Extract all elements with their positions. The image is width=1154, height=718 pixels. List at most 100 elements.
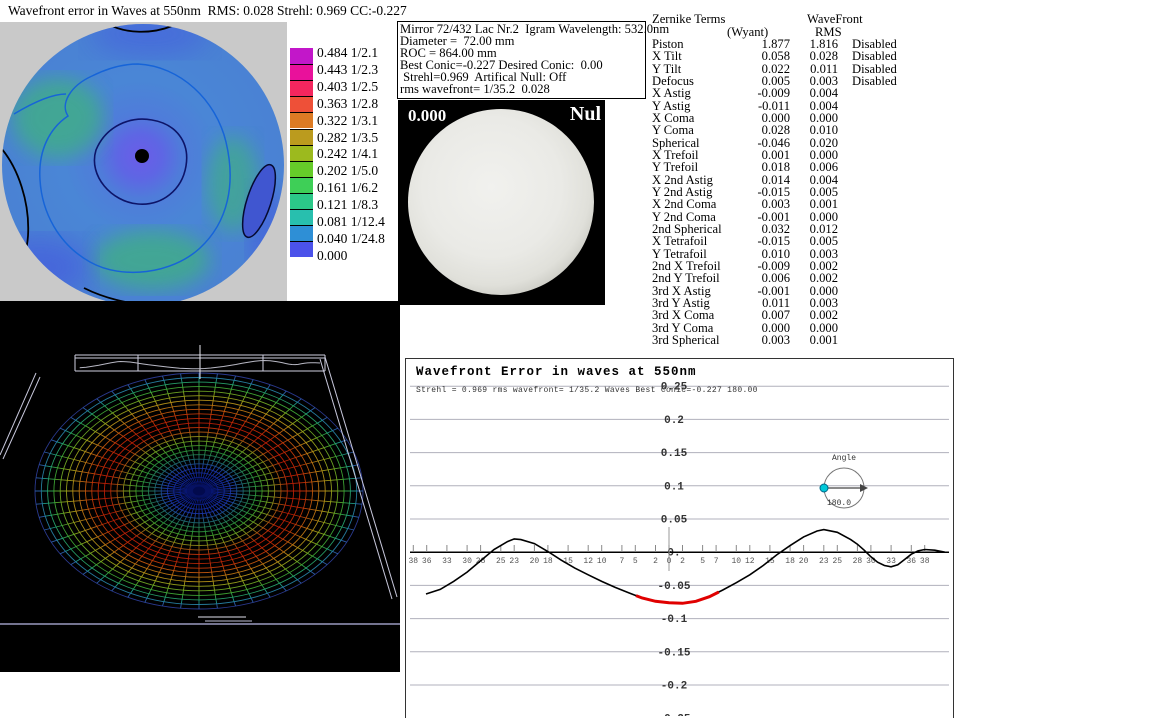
- zernike-cell: 0.010: [762, 124, 838, 136]
- svg-text:0.2: 0.2: [664, 415, 684, 427]
- legend-label: 0.242 1/4.1: [317, 146, 378, 162]
- svg-text:36: 36: [422, 557, 432, 566]
- svg-text:7: 7: [714, 557, 719, 566]
- legend-swatch: [290, 145, 313, 161]
- zernike-title: Zernike Terms: [652, 12, 725, 27]
- zernike-row: X Astig-0.0090.004: [650, 87, 920, 99]
- zernike-row: X 2nd Coma0.0030.001: [650, 198, 920, 210]
- svg-text:30: 30: [866, 557, 876, 566]
- zernike-cell: Disabled: [852, 75, 897, 87]
- legend-label: 0.202 1/5.0: [317, 163, 378, 179]
- angle-value: 180.0: [827, 499, 851, 508]
- profile-plot: 0.250.20.150.10.050.-0.05-0.1-0.15-0.2-0…: [406, 359, 953, 716]
- zernike-cell: Y Trefoil: [652, 161, 698, 173]
- svg-text:-0.2: -0.2: [661, 681, 687, 693]
- zernike-row: 3rd X Coma0.0070.002: [650, 309, 920, 321]
- svg-text:33: 33: [886, 557, 896, 566]
- legend-label: 0.121 1/8.3: [317, 197, 378, 213]
- svg-text:38: 38: [408, 557, 418, 566]
- zernike-cell: X Tetrafoil: [652, 235, 707, 247]
- svg-text:0.05: 0.05: [661, 515, 688, 527]
- svg-text:7: 7: [619, 557, 624, 566]
- angle-indicator[interactable]: Angle 180.0: [820, 454, 868, 508]
- legend-swatch: [290, 129, 313, 145]
- legend-swatch: [290, 193, 313, 209]
- svg-text:12: 12: [583, 557, 593, 566]
- zernike-cell: 0.002: [762, 309, 838, 321]
- svg-text:33: 33: [442, 557, 452, 566]
- svg-text:5: 5: [700, 557, 705, 566]
- zernike-row: X Tetrafoil-0.0150.005: [650, 235, 920, 247]
- report-title: Wavefront error in Waves at 550nm RMS: 0…: [8, 3, 407, 19]
- svg-text:23: 23: [509, 557, 519, 566]
- svg-text:10: 10: [597, 557, 607, 566]
- zernike-cell: 0.001: [762, 334, 838, 346]
- legend-label: 0.040 1/24.8: [317, 231, 385, 247]
- svg-text:20: 20: [530, 557, 540, 566]
- legend-label: 0.363 1/2.8: [317, 96, 378, 112]
- legend-label: 0.282 1/3.5: [317, 130, 378, 146]
- legend-swatch: [290, 48, 313, 64]
- profile-plot-subtitle: Strehl = 0.969 rms wavefront= 1/35.2 Wav…: [416, 386, 758, 395]
- legend-swatch: [290, 96, 313, 112]
- zernike-cell: 0.002: [762, 272, 838, 284]
- zernike-table: Zernike Terms WaveFront (Wyant) RMS Pist…: [650, 10, 920, 355]
- igram-frame-counter: 0.000: [408, 106, 446, 126]
- legend-label: 0.484 1/2.1: [317, 45, 378, 61]
- igram-image: [398, 100, 605, 305]
- legend-label: 0.403 1/2.5: [317, 79, 378, 95]
- legend-label: 0.161 1/6.2: [317, 180, 378, 196]
- wavefront-analysis-window: Wavefront error in Waves at 550nm RMS: 0…: [0, 0, 1154, 718]
- svg-text:-0.05: -0.05: [657, 581, 690, 593]
- svg-text:12: 12: [745, 557, 755, 566]
- angle-handle-dot[interactable]: [820, 484, 828, 492]
- legend-swatch: [290, 80, 313, 96]
- zernike-cell: Y Coma: [652, 124, 694, 136]
- zernike-cell: 0.006: [762, 161, 838, 173]
- mirror-info-box: Mirror 72/432 Lac Nr.2 Igram Wavelength:…: [397, 21, 646, 99]
- info-line: rms wavefront= 1/35.2 0.028: [400, 83, 643, 95]
- svg-text:23: 23: [819, 557, 829, 566]
- legend-swatch: [290, 241, 313, 257]
- zernike-cell: 0.004: [762, 87, 838, 99]
- svg-text:25: 25: [496, 557, 506, 566]
- legend-swatch: [290, 225, 313, 241]
- igram-null-label: Nul: [570, 103, 601, 126]
- svg-text:-0.1: -0.1: [661, 614, 688, 626]
- zernike-row: X Tilt0.0580.028Disabled: [650, 50, 920, 62]
- svg-text:20: 20: [799, 557, 809, 566]
- legend-label: 0.322 1/3.1: [317, 113, 378, 129]
- zernike-cell: X Astig: [652, 87, 691, 99]
- profile-y-labels: 0.250.20.150.10.050.-0.05-0.1-0.15-0.2-0…: [657, 382, 690, 716]
- surface-mesh: [35, 373, 363, 609]
- zernike-row: 2nd Y Trefoil0.0060.002: [650, 272, 920, 284]
- svg-text:-0.25: -0.25: [657, 714, 690, 716]
- wavefront-contour-map: [0, 22, 287, 301]
- wavefront-contour-panel: [0, 22, 287, 301]
- legend-swatch: [290, 177, 313, 193]
- svg-text:25: 25: [832, 557, 842, 566]
- angle-label: Angle: [832, 454, 856, 463]
- surface-3d-panel: [0, 301, 400, 672]
- svg-text:5: 5: [633, 557, 638, 566]
- legend-swatch: [290, 64, 313, 80]
- svg-text:30: 30: [462, 557, 472, 566]
- svg-text:18: 18: [785, 557, 795, 566]
- svg-text:0.15: 0.15: [661, 448, 688, 460]
- zernike-cell: Disabled: [852, 50, 897, 62]
- legend-swatch: [290, 112, 313, 128]
- legend-label: 0.081 1/12.4: [317, 214, 385, 230]
- profile-plot-panel: 0.250.20.150.10.050.-0.05-0.1-0.15-0.2-0…: [405, 358, 954, 718]
- zernike-cell: X Tilt: [652, 50, 682, 62]
- svg-text:2: 2: [653, 557, 658, 566]
- zernike-cell: X 2nd Coma: [652, 198, 716, 210]
- legend-label: 0.000: [317, 248, 347, 264]
- svg-text:28: 28: [853, 557, 863, 566]
- zernike-row: 3rd Spherical0.0030.001: [650, 334, 920, 346]
- profile-plot-title: Wavefront Error in waves at 550nm: [416, 365, 697, 379]
- svg-text:38: 38: [920, 557, 930, 566]
- zernike-cell: 3rd X Coma: [652, 309, 714, 321]
- zernike-cell: 0.001: [762, 198, 838, 210]
- legend-label: 0.443 1/2.3: [317, 62, 378, 78]
- svg-text:2: 2: [680, 557, 685, 566]
